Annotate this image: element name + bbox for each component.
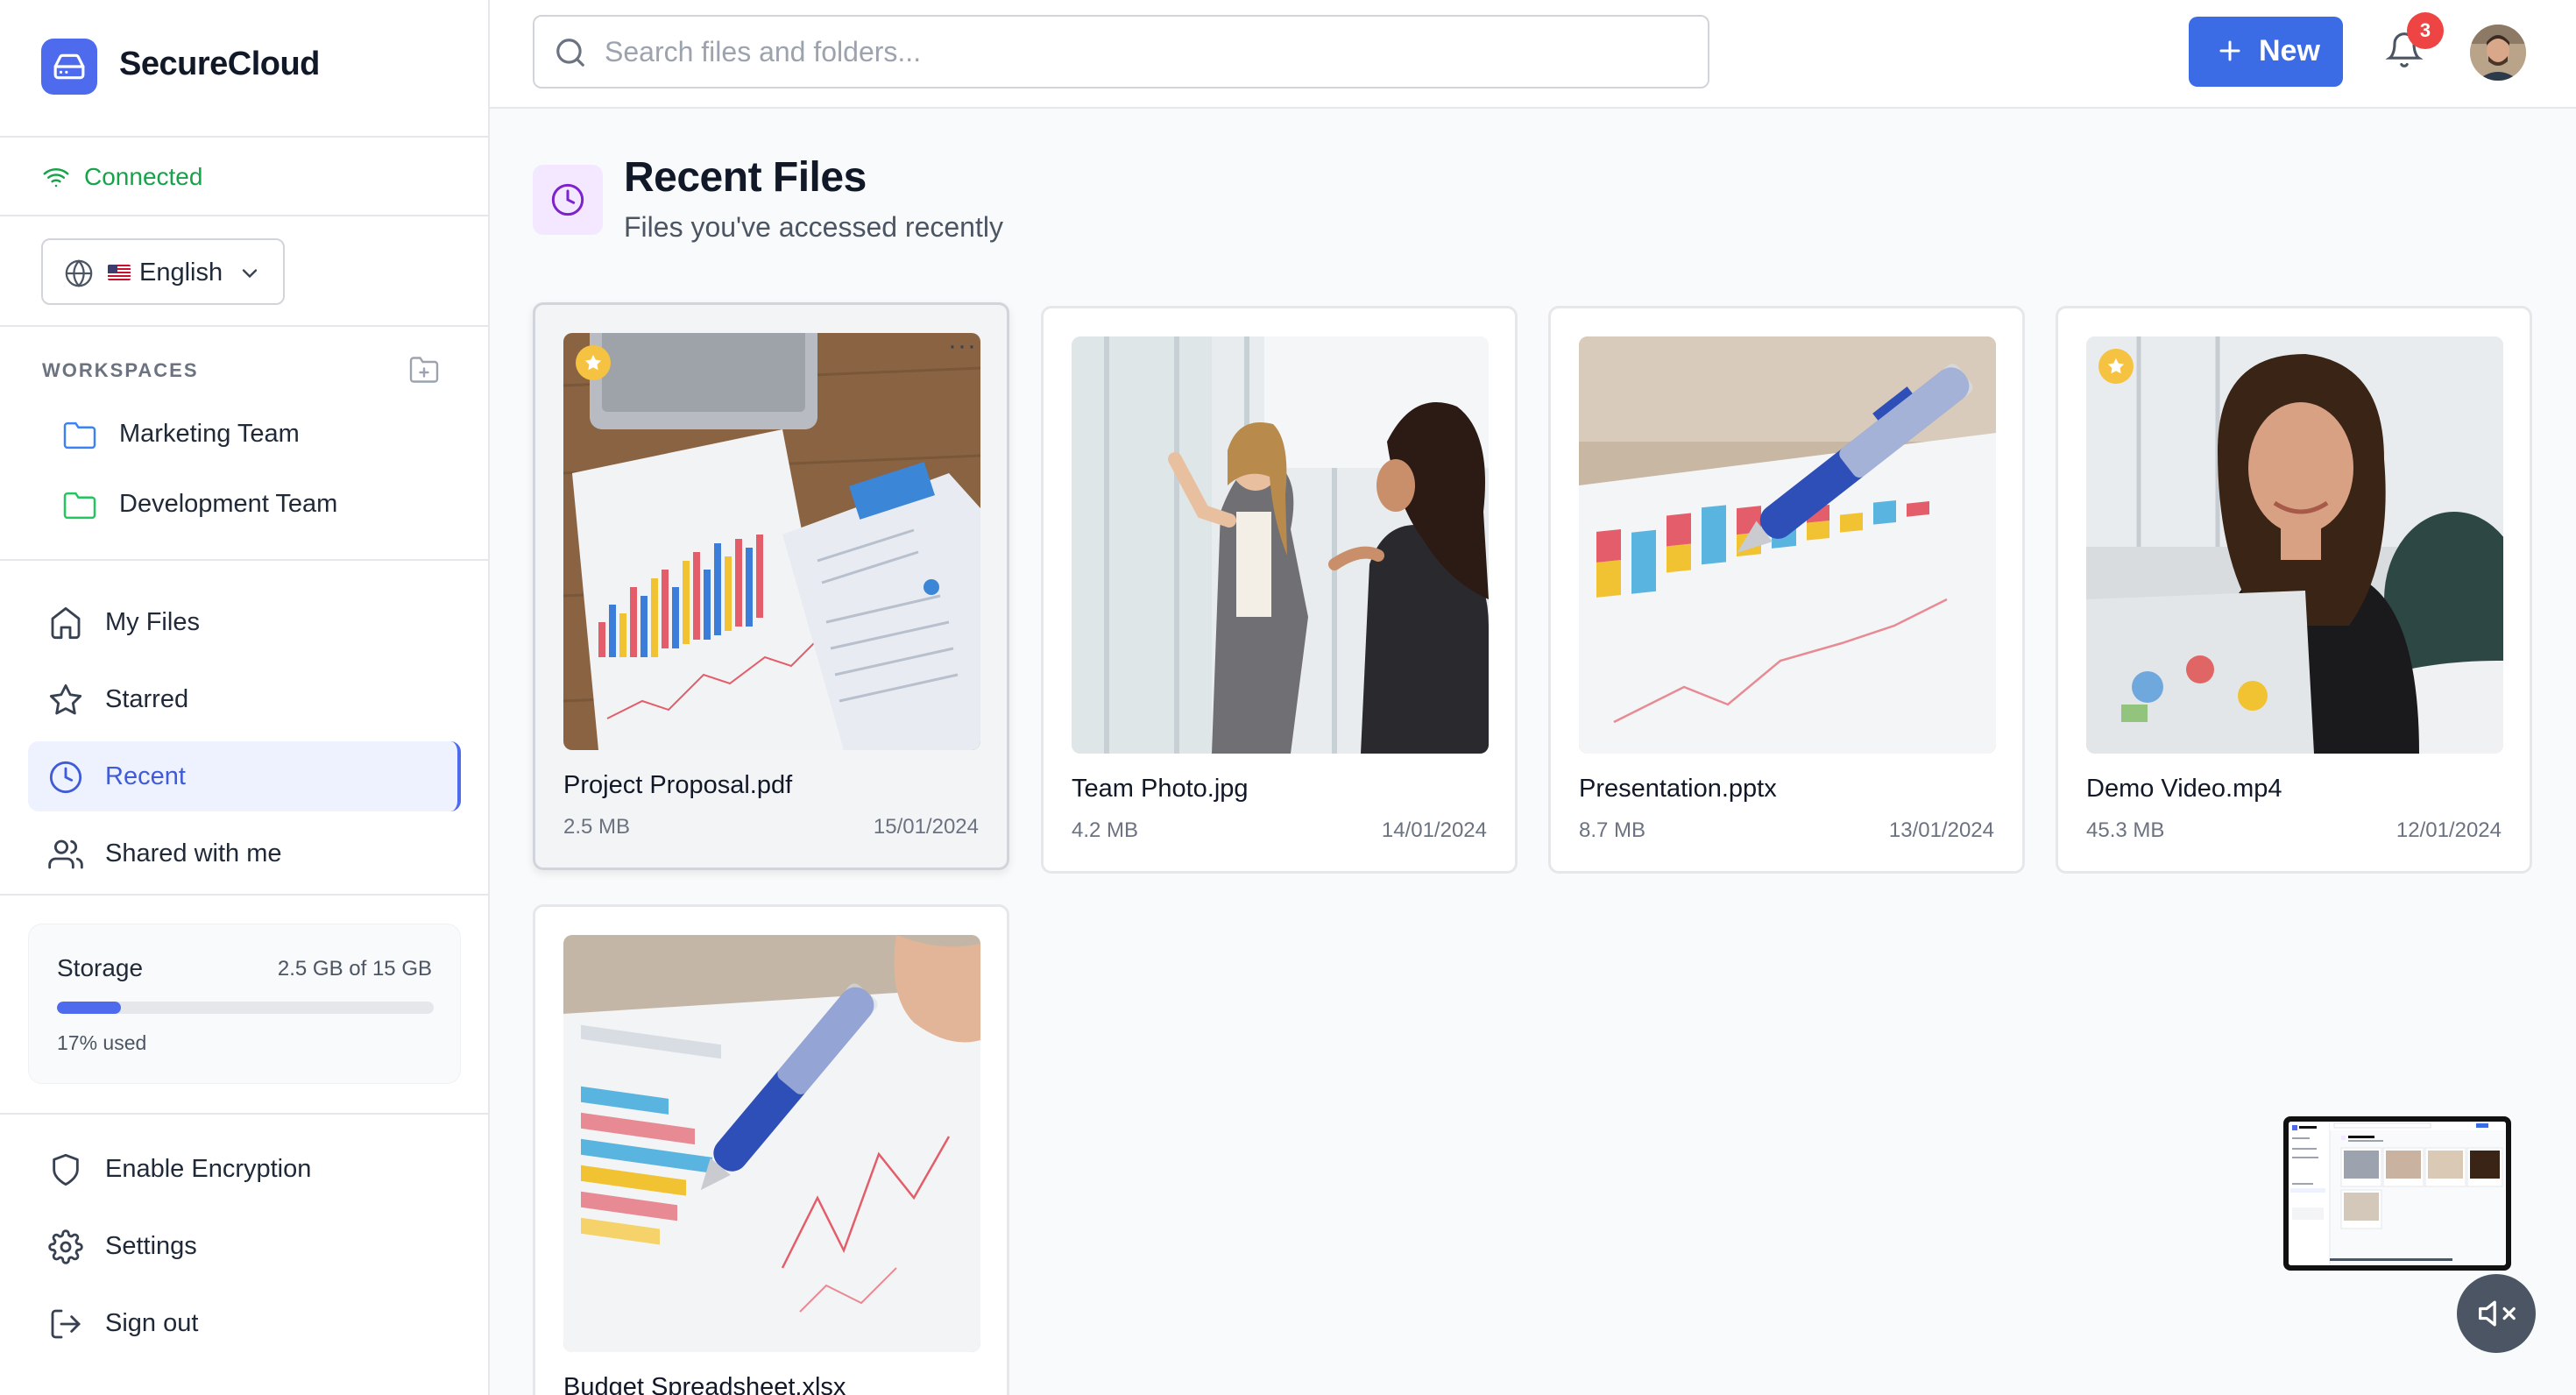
storage-used-label: 17% used — [57, 1031, 147, 1054]
file-date: 14/01/2024 — [1381, 818, 1487, 842]
file-date: 13/01/2024 — [1888, 818, 1994, 842]
folder-icon — [63, 421, 96, 450]
workspace-item-development[interactable]: Development Team — [61, 484, 464, 526]
language-label: English — [139, 258, 223, 287]
file-name: Demo Video.mp4 — [2086, 775, 2282, 803]
nav-label: Enable Encryption — [105, 1155, 312, 1183]
storage-panel: Storage 2.5 GB of 15 GB 17% used — [28, 924, 461, 1084]
avatar[interactable] — [2470, 25, 2526, 81]
file-name: Team Photo.jpg — [1072, 775, 1249, 803]
file-name: Project Proposal.pdf — [563, 771, 793, 799]
search-icon — [556, 39, 584, 67]
recent-page-icon — [533, 165, 603, 235]
volume-mute-icon — [2479, 1300, 2516, 1327]
brand-header: SecureCloud — [0, 0, 488, 138]
file-date: 12/01/2024 — [2396, 818, 2502, 842]
workspaces-title: WORKSPACES — [42, 359, 199, 381]
file-size: 2.5 MB — [563, 815, 631, 839]
file-name: Budget Spreadsheet.xlsx — [563, 1373, 846, 1395]
sign-out-button[interactable]: Sign out — [28, 1288, 461, 1358]
file-size: 4.2 MB — [1072, 818, 1139, 842]
file-card[interactable]: ··· Project Proposal.pdf 2.5 MB 15/01/20… — [533, 302, 1009, 870]
new-button-label: New — [2259, 34, 2320, 67]
chevron-down-icon — [242, 269, 258, 279]
nav-label: My Files — [105, 608, 200, 636]
workspace-item-marketing[interactable]: Marketing Team — [61, 414, 464, 456]
plus-icon — [2219, 40, 2240, 61]
gear-icon — [48, 1229, 83, 1264]
nav-label: Starred — [105, 685, 189, 713]
wifi-icon — [43, 168, 69, 188]
connection-status: Connected — [0, 138, 488, 216]
nav-item-starred[interactable]: Starred — [28, 664, 461, 734]
notification-badge: 3 — [2407, 12, 2444, 49]
file-size: 8.7 MB — [1579, 818, 1646, 842]
file-size: 45.3 MB — [2086, 818, 2165, 842]
file-card[interactable]: Presentation.pptx 8.7 MB 13/01/2024 — [1548, 306, 2025, 874]
sidebar: SecureCloud Connected English WORKSPACES — [0, 0, 490, 1395]
bottom-nav: Enable Encryption Settings Sign out — [0, 1113, 488, 1395]
storage-progress-fill — [57, 1002, 122, 1014]
storage-title: Storage — [57, 954, 144, 981]
globe-icon — [65, 259, 93, 287]
file-card[interactable]: Budget Spreadsheet.xlsx — [533, 904, 1009, 1395]
search-box[interactable] — [533, 15, 1709, 89]
page-subtitle: Files you've accessed recently — [624, 211, 1003, 243]
starred-badge — [576, 345, 611, 380]
workspaces-section: WORKSPACES Marketing Team Development Te… — [0, 327, 488, 561]
language-section: English — [0, 216, 488, 327]
file-thumbnail — [563, 935, 980, 1352]
enable-encryption-button[interactable]: Enable Encryption — [28, 1134, 461, 1204]
new-button[interactable]: New — [2189, 17, 2343, 87]
folder-plus-icon[interactable] — [408, 354, 440, 386]
shield-icon — [53, 1153, 79, 1186]
users-icon — [48, 839, 83, 869]
nav-label: Recent — [105, 762, 186, 790]
file-thumbnail — [1072, 336, 1489, 754]
file-thumbnail — [2086, 336, 2503, 754]
file-card[interactable]: Team Photo.jpg 4.2 MB 14/01/2024 — [1041, 306, 1518, 874]
us-flag-icon — [108, 265, 131, 280]
workspace-label: Development Team — [119, 490, 338, 518]
storage-amount: 2.5 GB of 15 GB — [277, 957, 432, 981]
folder-icon — [63, 492, 96, 520]
file-date: 15/01/2024 — [873, 815, 979, 839]
nav-label: Sign out — [105, 1309, 199, 1337]
language-selector[interactable]: English — [41, 238, 285, 305]
nav-item-recent[interactable]: Recent — [28, 741, 461, 811]
mute-button[interactable] — [2457, 1274, 2536, 1353]
page-title: Recent Files — [624, 154, 867, 201]
nav-label: Shared with me — [105, 839, 282, 867]
nav-label: Settings — [105, 1232, 197, 1260]
app-name: SecureCloud — [119, 46, 320, 82]
settings-button[interactable]: Settings — [28, 1211, 461, 1281]
file-thumbnail: ··· — [563, 333, 980, 750]
connection-status-text: Connected — [84, 163, 203, 190]
main-nav: My Files Starred Recent Shared with me — [0, 561, 488, 896]
starred-badge — [2098, 349, 2134, 384]
hard-drive-icon[interactable] — [41, 39, 97, 95]
more-options-icon[interactable]: ··· — [948, 333, 977, 361]
nav-item-shared[interactable]: Shared with me — [28, 818, 461, 889]
sign-out-icon — [51, 1309, 81, 1339]
file-name: Presentation.pptx — [1579, 775, 1777, 803]
nav-item-my-files[interactable]: My Files — [28, 587, 461, 657]
file-thumbnail — [1579, 336, 1996, 754]
top-header: New 3 — [490, 0, 2576, 109]
home-icon — [51, 606, 81, 640]
search-input[interactable] — [605, 29, 1691, 74]
storage-progress-bar — [57, 1002, 434, 1014]
workspace-label: Marketing Team — [119, 420, 300, 448]
star-icon — [49, 683, 82, 715]
screen-share-preview[interactable] — [2283, 1116, 2511, 1271]
file-card[interactable]: Demo Video.mp4 45.3 MB 12/01/2024 — [2056, 306, 2532, 874]
clock-icon — [49, 761, 82, 794]
